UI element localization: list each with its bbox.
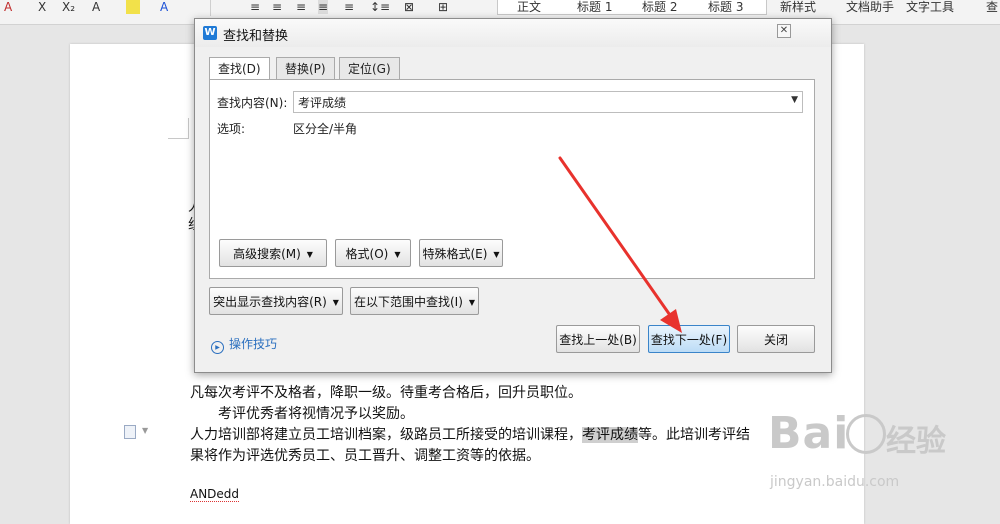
annotation-arrow	[558, 156, 682, 333]
